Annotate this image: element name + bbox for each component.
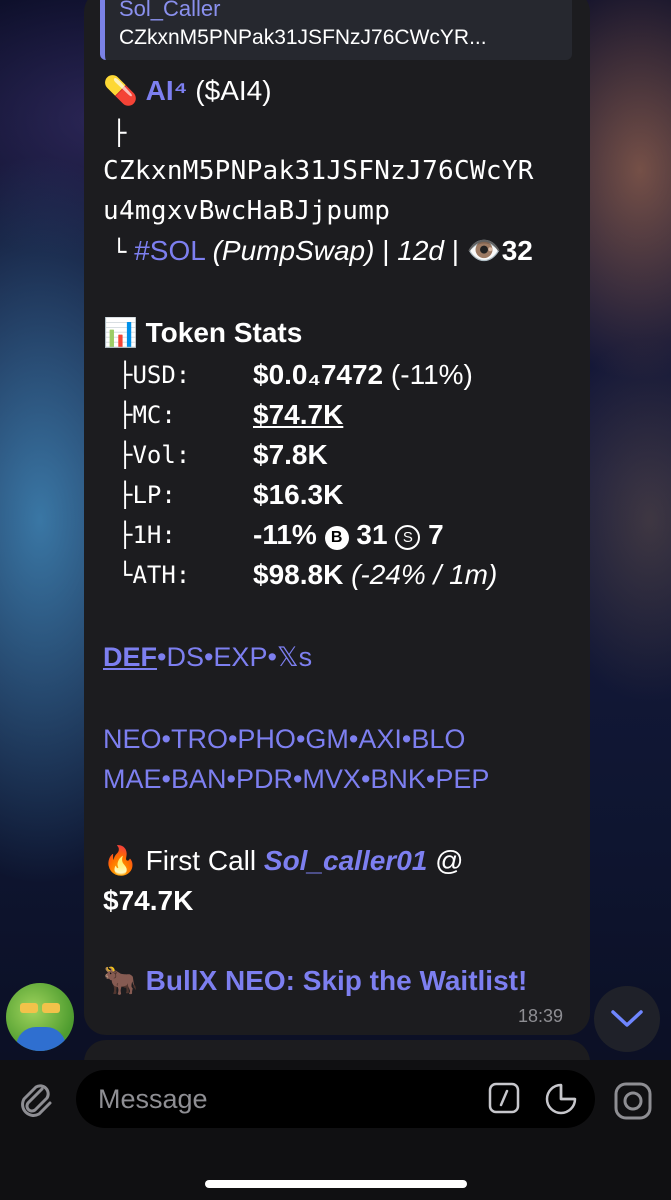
link-x[interactable]: 𝕏s bbox=[277, 642, 312, 672]
camera-icon[interactable] bbox=[612, 1080, 654, 1122]
ath-value: $98.8K bbox=[253, 559, 344, 590]
link-def[interactable]: DEF bbox=[103, 642, 157, 672]
pipe-separator: | bbox=[451, 235, 460, 266]
avatar[interactable] bbox=[6, 983, 74, 1051]
token-ticker: ($AI4) bbox=[195, 75, 272, 106]
separator: • bbox=[227, 724, 238, 754]
link-ban[interactable]: BAN bbox=[171, 764, 227, 794]
token-name-link[interactable]: AI⁴ bbox=[146, 75, 188, 106]
tree-end: └ bbox=[112, 238, 127, 266]
message-placeholder: Message bbox=[98, 1084, 208, 1114]
promo-link[interactable]: 🐂 BullX NEO: Skip the Waitlist! bbox=[103, 964, 527, 998]
stat-label-vol: ├Vol: bbox=[118, 441, 191, 469]
bot-command-icon[interactable] bbox=[488, 1082, 520, 1114]
chart-icon: 📊 bbox=[103, 317, 138, 348]
fire-icon: 🔥 bbox=[103, 845, 138, 876]
token-age: 12d bbox=[397, 235, 444, 266]
stat-label-1h: ├1H: bbox=[118, 521, 176, 549]
link-tro[interactable]: TRO bbox=[171, 724, 228, 754]
message-input[interactable]: Message bbox=[76, 1070, 595, 1128]
price-change: (-11%) bbox=[390, 359, 473, 390]
separator: • bbox=[348, 724, 359, 754]
sells-icon: S bbox=[395, 525, 421, 550]
view-count: 32 bbox=[501, 235, 533, 266]
link-neo[interactable]: NEO bbox=[103, 724, 162, 754]
liquidity-value: $16.3K bbox=[253, 479, 344, 510]
buys-count: 31 bbox=[356, 519, 388, 550]
separator: • bbox=[292, 764, 303, 794]
separator: • bbox=[226, 764, 236, 794]
pill-icon: 💊 bbox=[103, 75, 138, 106]
paperclip-icon[interactable] bbox=[14, 1077, 56, 1119]
home-indicator bbox=[205, 1180, 467, 1188]
sticker-icon[interactable] bbox=[544, 1082, 578, 1116]
links-row-3: MAE•BAN•PDR•MVX•BNK•PEP bbox=[103, 762, 489, 796]
stats-title: 📊 Token Stats bbox=[103, 316, 302, 350]
avatar-shirt bbox=[16, 1027, 66, 1051]
separator: • bbox=[401, 724, 412, 754]
link-axi[interactable]: AXI bbox=[358, 724, 402, 754]
first-call: 🔥 First Call Sol_caller01 @ bbox=[103, 844, 464, 878]
avatar-glasses bbox=[20, 1003, 38, 1013]
token-meta: └ #SOL (PumpSwap) | 12d | 👁️32 bbox=[112, 234, 533, 269]
stat-label-ath: └ATH: bbox=[118, 561, 191, 589]
stat-value-usd: $0.0₄7472 (-11%) bbox=[253, 358, 473, 392]
market-cap-link[interactable]: $74.7K bbox=[253, 398, 343, 432]
separator: • bbox=[203, 642, 214, 672]
chain-link[interactable]: #SOL bbox=[134, 235, 205, 266]
separator: • bbox=[425, 764, 436, 794]
hour-change: -11% bbox=[253, 519, 317, 550]
chevron-down-icon bbox=[611, 1010, 643, 1027]
buys-icon: B bbox=[324, 526, 349, 550]
links-row-2: NEO•TRO•PHO•GM•AXI•BLO bbox=[103, 722, 465, 756]
dex-name: (PumpSwap) bbox=[212, 235, 375, 266]
message-time: 18:39 bbox=[518, 1006, 564, 1026]
separator: • bbox=[360, 764, 371, 794]
stat-value-ath: $98.8K (-24% / 1m) bbox=[253, 558, 497, 592]
separator: • bbox=[161, 724, 171, 754]
volume-value: $7.8K bbox=[253, 439, 328, 470]
link-pdr[interactable]: PDR bbox=[236, 764, 293, 794]
promo-text: BullX NEO: Skip the Waitlist! bbox=[145, 965, 528, 996]
stat-label-mc: ├MC: bbox=[118, 401, 176, 429]
first-call-label: First Call bbox=[145, 845, 257, 876]
reply-text: CZkxnM5PNPak31JSFNzJ76CWcYR... bbox=[119, 26, 487, 49]
separator: • bbox=[161, 764, 171, 794]
link-exp[interactable]: EXP bbox=[213, 642, 267, 672]
ath-change: (-24% / 1m) bbox=[351, 559, 498, 590]
caller-link[interactable]: Sol_caller01 bbox=[264, 845, 427, 876]
token-address-line1[interactable]: CZkxnM5PNPak31JSFNzJ76CWcYR bbox=[103, 154, 534, 188]
link-mae[interactable]: MAE bbox=[103, 764, 162, 794]
link-mvx[interactable]: MVX bbox=[302, 764, 361, 794]
reply-sender: Sol_Caller bbox=[119, 0, 221, 21]
tree-branch: ├ bbox=[112, 119, 127, 147]
links-row-1: DEF•DS•EXP•𝕏s bbox=[103, 640, 312, 674]
scroll-down-button[interactable] bbox=[594, 986, 660, 1052]
stats-title-text: Token Stats bbox=[145, 317, 303, 348]
separator: • bbox=[295, 724, 306, 754]
reply-preview[interactable]: Sol_Caller CZkxnM5PNPak31JSFNzJ76CWcYR..… bbox=[100, 0, 572, 60]
stat-value-1h: -11% B 31 S 7 bbox=[253, 518, 444, 552]
first-call-value: $74.7K bbox=[103, 885, 194, 916]
stat-label-usd: ├USD: bbox=[118, 361, 191, 389]
link-bnk[interactable]: BNK bbox=[370, 764, 426, 794]
separator: • bbox=[267, 642, 277, 672]
price-value: $0.0₄7472 bbox=[253, 359, 384, 390]
token-address-line2[interactable]: u4mgxvBwcHaBJjpump bbox=[103, 194, 390, 228]
sells-count: 7 bbox=[428, 519, 444, 550]
pipe-separator: | bbox=[382, 235, 390, 266]
stat-label-lp: ├LP: bbox=[118, 481, 176, 509]
at-sign: @ bbox=[435, 845, 464, 876]
link-pho[interactable]: PHO bbox=[237, 724, 296, 754]
link-pep[interactable]: PEP bbox=[435, 764, 489, 794]
avatar-glasses bbox=[42, 1003, 60, 1013]
eye-icon: 👁️ bbox=[466, 235, 502, 266]
link-ds[interactable]: DS bbox=[166, 642, 204, 672]
ox-icon: 🐂 bbox=[103, 965, 138, 996]
link-gm[interactable]: GM bbox=[305, 724, 349, 754]
token-header: 💊 AI⁴ ($AI4) bbox=[103, 74, 272, 108]
link-blo[interactable]: BLO bbox=[411, 724, 465, 754]
